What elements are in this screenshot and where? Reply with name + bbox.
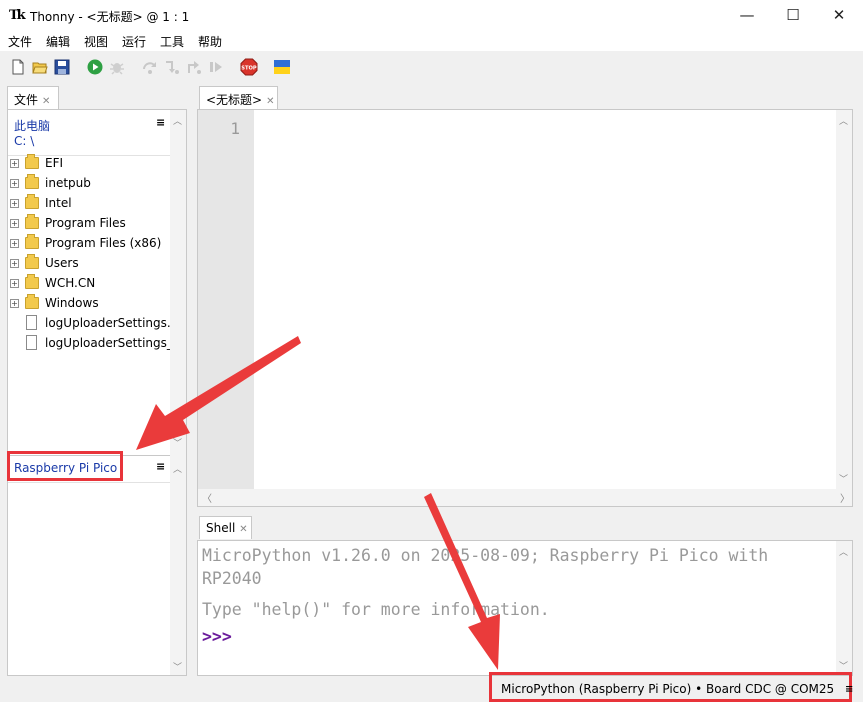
arrow-to-device-label: [136, 336, 301, 450]
arrow-to-status-bar: [424, 493, 500, 670]
annotation-arrows: [136, 336, 500, 670]
